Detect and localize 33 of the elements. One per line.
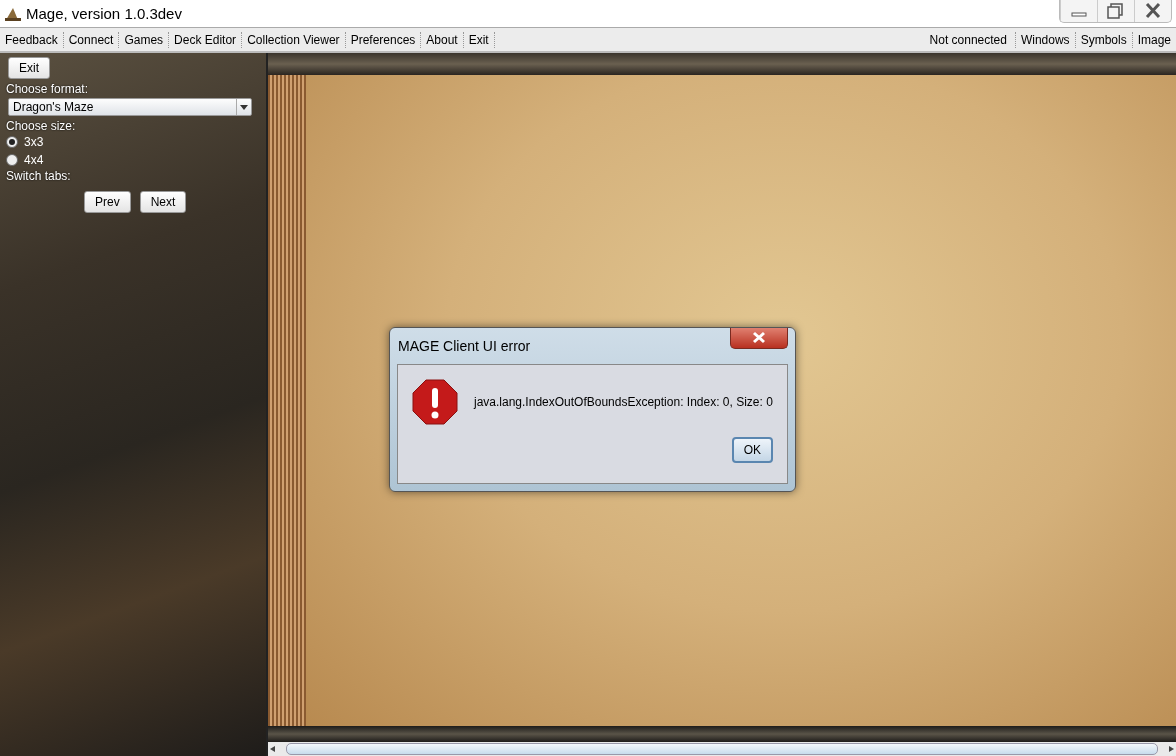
radio-label: 4x4 <box>24 153 44 167</box>
menu-item[interactable]: Collection Viewer <box>242 31 346 48</box>
tabs-label: Switch tabs: <box>6 169 72 183</box>
close-icon[interactable] <box>730 328 788 349</box>
dialog-title: MAGE Client UI error <box>397 338 532 354</box>
menu-item[interactable]: Exit <box>463 31 495 48</box>
error-icon <box>412 379 458 425</box>
menu-item[interactable]: Preferences <box>345 31 422 48</box>
exit-button[interactable]: Exit <box>8 57 50 79</box>
menu-item[interactable]: Image <box>1132 31 1176 48</box>
menu-item[interactable]: Connect <box>63 31 120 48</box>
menu-item[interactable]: Games <box>119 31 170 48</box>
format-dropdown[interactable]: Dragon's Maze <box>8 98 252 116</box>
error-message: java.lang.IndexOutOfBoundsException: Index: 0, Size: 0 <box>474 395 773 409</box>
radio-label: 3x3 <box>24 135 44 149</box>
menu-item[interactable]: Deck Editor <box>169 31 243 48</box>
size-label: Choose size: <box>6 119 77 133</box>
connection-status: Not connected <box>921 31 1016 48</box>
radio-button[interactable] <box>6 136 18 148</box>
menu-item[interactable]: About <box>421 31 464 48</box>
nav-button[interactable]: Next <box>139 191 187 213</box>
menu-item[interactable]: Symbols <box>1075 31 1133 48</box>
radio-button[interactable] <box>6 154 18 166</box>
menu-item[interactable]: Windows <box>1015 31 1076 48</box>
menu-item[interactable]: Feedback <box>0 31 64 48</box>
scroll-right-icon[interactable] <box>1166 744 1176 754</box>
ok-button[interactable]: OK <box>731 437 773 463</box>
format-label: Choose format: <box>6 82 90 96</box>
scroll-left-icon[interactable] <box>268 744 278 754</box>
window-title: Mage, version 1.0.3dev <box>26 5 182 22</box>
nav-button[interactable]: Prev <box>84 191 131 213</box>
horizontal-scrollbar[interactable] <box>268 742 1176 756</box>
dropdown-arrow-icon <box>236 99 251 115</box>
